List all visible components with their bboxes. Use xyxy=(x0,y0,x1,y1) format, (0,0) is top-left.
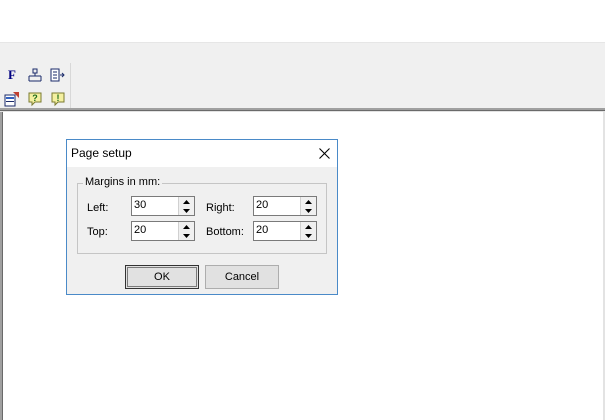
document-border xyxy=(2,112,3,420)
spin-up-icon[interactable] xyxy=(301,197,316,206)
top-spin-buttons xyxy=(178,222,194,240)
right-label: Right: xyxy=(206,202,235,214)
page-setup-icon[interactable] xyxy=(4,91,20,107)
margins-group-label: Margins in mm: xyxy=(83,176,163,188)
spin-down-icon[interactable] xyxy=(179,231,194,240)
left-spin-buttons xyxy=(178,197,194,215)
cancel-button[interactable]: Cancel xyxy=(205,265,279,289)
left-label: Left: xyxy=(87,202,109,214)
spin-up-icon[interactable] xyxy=(301,222,316,231)
top-margin-value[interactable]: 20 xyxy=(134,224,146,236)
help-icon[interactable]: ? xyxy=(27,91,43,107)
page-setup-dialog: Page setup Margins in mm: Left: 30 Right… xyxy=(66,139,338,295)
spin-down-icon[interactable] xyxy=(179,206,194,215)
spin-up-icon[interactable] xyxy=(179,197,194,206)
margins-groupbox xyxy=(77,183,327,254)
top-label: Top: xyxy=(87,226,108,238)
svg-text:?: ? xyxy=(32,93,38,103)
svg-text:!: ! xyxy=(57,93,60,103)
cancel-button-label: Cancel xyxy=(224,271,260,283)
toolbar: F ? ! xyxy=(0,42,605,109)
bottom-label: Bottom: xyxy=(206,226,244,238)
bottom-margin-spinbox[interactable]: 20 xyxy=(253,221,317,241)
font-icon[interactable]: F xyxy=(4,67,20,83)
dialog-titlebar[interactable]: Page setup xyxy=(67,140,337,167)
close-button[interactable] xyxy=(311,140,337,167)
right-spin-buttons xyxy=(300,197,316,215)
right-margin-spinbox[interactable]: 20 xyxy=(253,196,317,216)
top-margin-spinbox[interactable]: 20 xyxy=(131,221,195,241)
left-margin-value[interactable]: 30 xyxy=(134,199,146,211)
toolbar-separator xyxy=(70,63,71,109)
left-margin-spinbox[interactable]: 30 xyxy=(131,196,195,216)
right-margin-value[interactable]: 20 xyxy=(256,199,268,211)
close-icon xyxy=(318,148,330,159)
ok-button-label: OK xyxy=(154,271,170,283)
export-icon[interactable] xyxy=(50,67,66,83)
top-blank-area xyxy=(0,0,605,42)
document-border xyxy=(0,111,605,112)
ok-button[interactable]: OK xyxy=(125,265,199,289)
structure-icon[interactable] xyxy=(27,67,43,83)
spin-down-icon[interactable] xyxy=(301,206,316,215)
spin-down-icon[interactable] xyxy=(301,231,316,240)
dialog-title: Page setup xyxy=(71,146,132,160)
bottom-margin-value[interactable]: 20 xyxy=(256,224,268,236)
spin-up-icon[interactable] xyxy=(179,222,194,231)
info-icon[interactable]: ! xyxy=(50,91,66,107)
bottom-spin-buttons xyxy=(300,222,316,240)
